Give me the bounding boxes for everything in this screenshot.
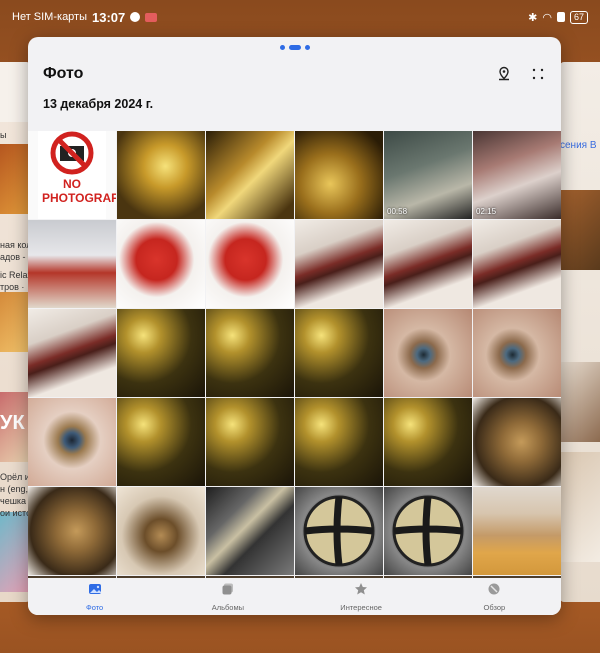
photo-thumbnail[interactable] — [206, 220, 294, 308]
right-panel-thumb — [560, 362, 600, 442]
left-panel-text: н (eng, — [0, 484, 28, 494]
photo-thumbnail[interactable] — [295, 487, 383, 575]
nav-item-label: Интересное — [340, 602, 382, 612]
page-title: Фото — [43, 65, 84, 82]
sign-text: NO PHOTOGRAPHY — [42, 177, 116, 205]
left-panel-thumb — [0, 512, 30, 592]
no-photography-sign-icon — [38, 131, 106, 219]
photo-thumbnail[interactable] — [206, 309, 294, 397]
photo-icon — [88, 582, 102, 601]
right-panel-thumb — [560, 190, 600, 270]
photo-thumbnail[interactable]: NO PHOTOGRAPHY — [28, 131, 116, 219]
albums-icon — [221, 582, 235, 601]
video-duration: 02:15 — [476, 207, 497, 216]
background-app-left[interactable]: ы ная кол адов - ic Relax тров · УК Орёл и Ре н… — [0, 62, 30, 602]
photo-thumbnail[interactable] — [384, 309, 472, 397]
photo-thumbnail[interactable] — [473, 309, 561, 397]
photo-thumbnail[interactable] — [117, 220, 205, 308]
bottom-navigation: Фото Альбомы Интересное Обзор — [28, 578, 561, 615]
photo-grid: NO PHOTOGRAPHY 00:58 02:15 — [28, 131, 561, 578]
left-panel-header — [0, 62, 30, 122]
photo-thumbnail[interactable] — [117, 309, 205, 397]
date-header: 13 декабря 2024 г. — [43, 97, 154, 111]
nav-item-label: Альбомы — [211, 602, 245, 612]
photo-thumbnail[interactable] — [384, 487, 472, 575]
left-panel-text: ic Relax — [0, 270, 30, 280]
photo-thumbnail[interactable] — [28, 309, 116, 397]
app-notification-icon — [145, 12, 158, 22]
star-icon — [354, 582, 368, 601]
status-bar: Нет SIM-карты 13:07 ✱ ◠ 67 — [0, 0, 600, 34]
battery-indicator: 67 — [569, 10, 588, 24]
photo-thumbnail[interactable] — [295, 398, 383, 486]
photo-thumbnail[interactable] — [206, 398, 294, 486]
photo-thumbnail[interactable] — [28, 398, 116, 486]
background-app-right[interactable]: сения В — [560, 62, 600, 602]
left-panel-text: ная кол — [0, 240, 30, 250]
nav-item-discover[interactable]: Обзор — [444, 582, 544, 612]
left-panel-text: ы — [0, 130, 7, 140]
left-panel-thumb — [0, 292, 30, 352]
cross-button-graphic — [303, 495, 375, 567]
carrier-label: Нет SIM-карты — [12, 11, 88, 23]
photo-thumbnail[interactable] — [295, 309, 383, 397]
photo-thumbnail[interactable] — [117, 398, 205, 486]
nav-item-star[interactable]: Интересное — [311, 582, 411, 612]
photo-thumbnail[interactable] — [28, 220, 116, 308]
more-options-icon[interactable] — [529, 65, 547, 83]
nav-item-photo[interactable]: Фото — [45, 582, 145, 612]
video-thumbnail[interactable]: 02:15 — [473, 131, 561, 219]
clock: 13:07 — [92, 9, 126, 25]
left-panel-text: чешка · — [0, 496, 30, 506]
left-panel-text: УК — [0, 412, 25, 434]
gallery-window: Фото 13 декабря 2024 г. NO PHOTOGRAPHY 00… — [28, 37, 561, 615]
video-thumbnail[interactable]: 00:58 — [384, 131, 472, 219]
discover-icon — [487, 582, 501, 601]
bluetooth-icon: ✱ — [528, 11, 538, 24]
window-drag-handle[interactable] — [279, 45, 310, 50]
photo-thumbnail[interactable] — [473, 220, 561, 308]
notification-icon — [130, 12, 141, 22]
video-duration: 00:58 — [387, 207, 408, 216]
sim-icon — [556, 12, 565, 22]
photo-thumbnail[interactable] — [117, 131, 205, 219]
left-panel-thumb — [0, 144, 30, 214]
nav-item-label: Фото — [86, 602, 104, 612]
left-panel-text: адов - — [0, 252, 26, 262]
photo-thumbnail[interactable] — [206, 131, 294, 219]
photo-thumbnail[interactable] — [295, 220, 383, 308]
photo-thumbnail[interactable] — [384, 220, 472, 308]
nav-item-albums[interactable]: Альбомы — [178, 582, 278, 612]
cross-button-graphic — [392, 495, 464, 567]
photo-thumbnail[interactable] — [473, 487, 561, 575]
nav-item-label: Обзор — [483, 602, 506, 612]
wifi-icon: ◠ — [542, 11, 552, 24]
photo-thumbnail[interactable] — [117, 487, 205, 575]
photo-thumbnail[interactable] — [384, 398, 472, 486]
right-panel-tab: сения В — [560, 140, 597, 151]
photo-thumbnail[interactable] — [473, 398, 561, 486]
left-panel-text: Орёл и Ре — [0, 472, 30, 482]
right-panel-thumb — [560, 452, 600, 562]
map-pin-icon[interactable] — [495, 65, 513, 83]
photo-thumbnail[interactable] — [28, 487, 116, 575]
photo-thumbnail[interactable] — [206, 487, 294, 575]
photo-thumbnail[interactable] — [295, 131, 383, 219]
left-panel-text: ои истор — [0, 508, 30, 518]
left-panel-text: тров · — [0, 282, 25, 292]
